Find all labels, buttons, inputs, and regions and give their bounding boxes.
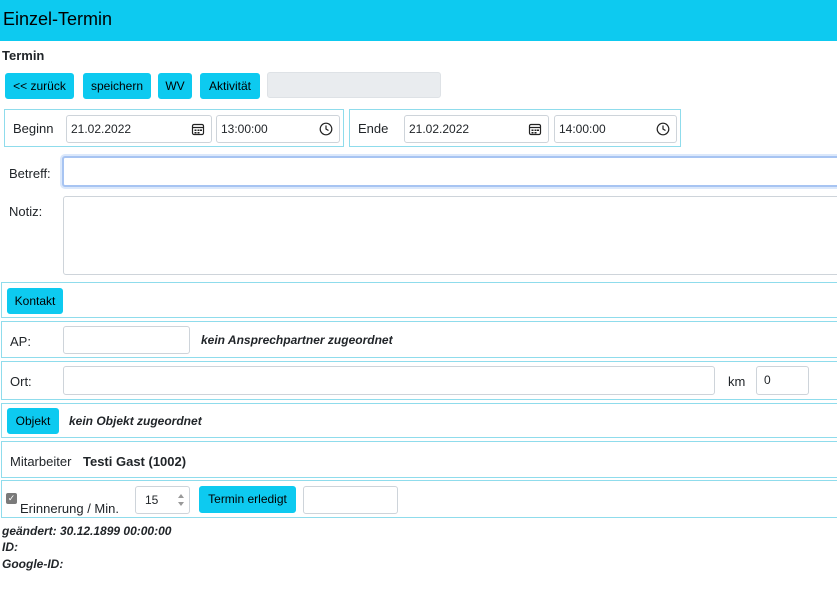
ap-input[interactable] [63,326,190,354]
end-label: Ende [358,121,389,136]
location-label: Ort: [10,374,32,389]
object-status: kein Objekt zugeordnet [69,414,202,428]
employee-panel: Mitarbeiter Testi Gast (1002) [1,441,837,478]
km-input[interactable]: 0 [756,366,809,395]
ap-label: AP: [10,334,31,349]
changed-info: geändert: 30.12.1899 00:00:00 [2,524,172,538]
id-info: ID: [2,540,18,554]
calendar-icon[interactable] [528,122,542,136]
note-textarea[interactable] [63,196,837,275]
begin-label: Beginn [13,121,54,136]
done-input[interactable] [303,486,398,514]
end-time-input[interactable]: 14:00:00 [554,115,677,143]
checkbox-icon[interactable]: ✓ [6,493,17,504]
end-time-value: 14:00:00 [559,122,606,136]
employee-name: Testi Gast (1002) [83,454,187,469]
clock-icon[interactable] [319,122,333,136]
ap-status: kein Ansprechpartner zugeordnet [201,333,393,347]
end-date-value: 21.02.2022 [409,122,470,136]
employee-label: Mitarbeiter [10,454,72,469]
begin-date-input[interactable]: 21.02.2022 [66,115,212,143]
begin-panel: Beginn 21.02.2022 13:00:00 [4,109,344,147]
google-id-info: Google-ID: [2,557,64,571]
spinner-icon[interactable] [177,492,185,508]
location-input[interactable] [63,366,715,395]
contact-button[interactable]: Kontakt [7,288,63,314]
note-label: Notiz: [9,204,43,219]
done-button[interactable]: Termin erledigt [199,486,296,513]
begin-time-input[interactable]: 13:00:00 [216,115,340,143]
contact-panel: Kontakt [1,282,837,318]
back-button[interactable]: << zurück [5,73,74,99]
window-title: Einzel-Termin [0,0,837,41]
calendar-icon[interactable] [191,122,205,136]
km-label: km [728,374,746,389]
subject-input[interactable] [62,156,837,187]
section-title: Termin [2,48,45,63]
ap-panel: AP: kein Ansprechpartner zugeordnet [1,321,837,358]
reminder-minutes-input[interactable]: 15 [135,486,190,514]
end-date-input[interactable]: 21.02.2022 [404,115,549,143]
wv-button[interactable]: WV [158,73,192,99]
activity-button[interactable]: Aktivität [200,73,260,99]
end-panel: Ende 21.02.2022 14:00:00 [349,109,681,147]
location-panel: Ort: km 0 [1,361,837,400]
toolbar-disabled-field [267,72,441,98]
object-button[interactable]: Objekt [7,408,59,434]
reminder-label: Erinnerung / Min. [20,501,119,516]
subject-label: Betreff: [9,166,51,181]
reminder-minutes-value: 15 [145,493,159,507]
begin-date-value: 21.02.2022 [71,122,132,136]
begin-time-value: 13:00:00 [221,122,268,136]
object-panel: Objekt kein Objekt zugeordnet [1,403,837,438]
save-button[interactable]: speichern [83,73,151,99]
reminder-panel [1,480,837,518]
clock-icon[interactable] [656,122,670,136]
